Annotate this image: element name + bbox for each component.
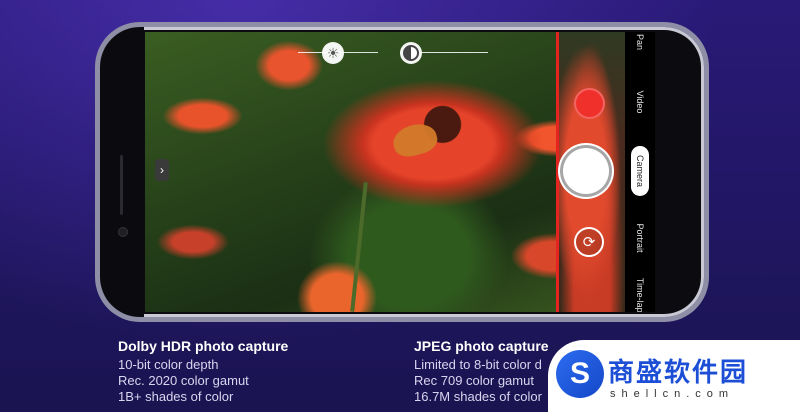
comparison-divider-line — [556, 32, 559, 312]
mode-portrait[interactable]: Portrait — [635, 223, 645, 252]
butterfly — [389, 119, 441, 161]
right-caption-line: Rec 709 color gamut — [414, 373, 534, 388]
side-bar — [120, 155, 123, 215]
watermark-name: 商盛软件园 — [608, 357, 749, 387]
right-caption-title: JPEG photo capture — [414, 338, 549, 354]
front-camera-dot — [118, 227, 128, 237]
mode-pan[interactable]: Pan — [635, 34, 645, 50]
brightness-slider-handle[interactable]: ☀ — [322, 42, 344, 64]
mode-video[interactable]: Video — [635, 91, 645, 114]
mode-camera[interactable]: Camera — [631, 145, 649, 197]
shadow-icon — [403, 45, 419, 61]
shutter-button[interactable] — [563, 148, 609, 194]
expand-panel-chevron-icon[interactable]: › — [155, 159, 169, 181]
right-caption-line: Limited to 8-bit color d — [414, 357, 542, 372]
record-indicator[interactable] — [574, 88, 605, 119]
sun-icon: ☀ — [326, 45, 340, 61]
shadow-slider-handle[interactable] — [400, 42, 422, 64]
watermark-logo-icon: S — [556, 350, 604, 398]
left-caption-title: Dolby HDR photo capture — [118, 338, 289, 354]
phone-side-strip — [100, 27, 144, 317]
mode-selector: Pan Video Camera Portrait Time-lapse — [625, 32, 655, 312]
left-caption-line: 10-bit color depth — [118, 357, 219, 372]
mode-time-lapse[interactable]: Time-lapse — [635, 278, 645, 312]
left-caption-line: Rec. 2020 color gamut — [118, 373, 249, 388]
camera-viewfinder[interactable] — [145, 32, 625, 312]
right-caption-line: 16.7M shades of color — [414, 389, 542, 404]
flip-camera-icon[interactable]: ⟳ — [574, 227, 604, 257]
left-caption-line: 1B+ shades of color — [118, 389, 234, 404]
flower-stem — [350, 182, 368, 312]
watermark-url: shellcn.com — [610, 388, 735, 400]
